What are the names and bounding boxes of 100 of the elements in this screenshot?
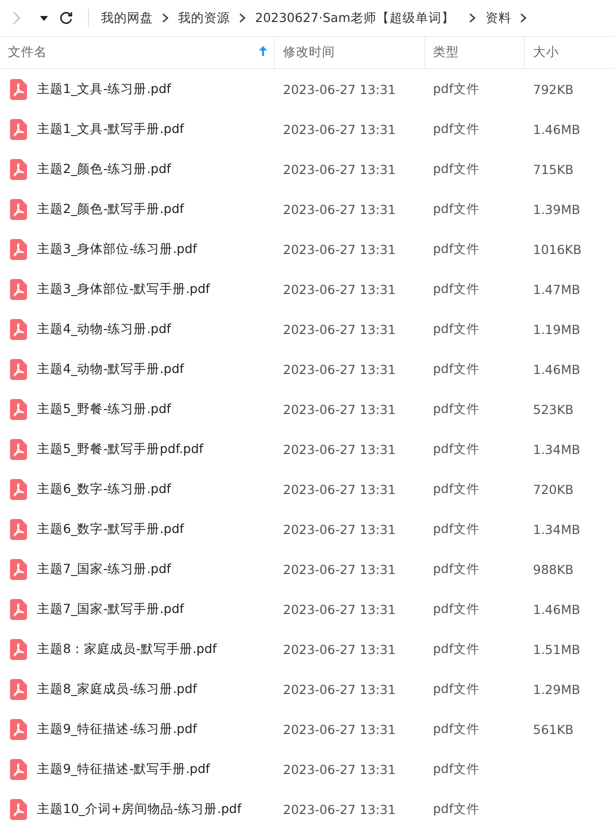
pdf-file-icon <box>10 798 27 820</box>
breadcrumb-link[interactable]: 我的网盘 <box>101 10 153 26</box>
pdf-file-icon <box>10 678 27 700</box>
pdf-file-icon <box>10 398 27 420</box>
pdf-file-icon <box>10 198 27 220</box>
pdf-file-icon <box>10 718 27 740</box>
pdf-file-icon <box>10 158 27 180</box>
breadcrumb-link[interactable]: 20230627·Sam老师【超级单词】 <box>255 10 454 26</box>
column-header[interactable]: 文件名 <box>0 37 275 68</box>
file-size: 1.46MB <box>533 362 580 376</box>
modified-time: 2023-06-27 13:31 <box>283 162 396 176</box>
breadcrumb-link[interactable]: 资料 <box>485 10 512 26</box>
pdf-file-icon <box>10 438 27 460</box>
file-name[interactable]: 主题4_动物-练习册.pdf <box>37 320 171 338</box>
file-size: 988KB <box>533 562 574 576</box>
column-header[interactable]: 类型 <box>425 37 525 68</box>
pdf-file-icon <box>10 318 27 340</box>
file-type: pdf文件 <box>433 200 480 218</box>
modified-time: 2023-06-27 13:31 <box>283 762 396 776</box>
file-type: pdf文件 <box>433 760 480 778</box>
file-type: pdf文件 <box>433 480 480 498</box>
file-name[interactable]: 主题4_动物-默写手册.pdf <box>37 360 184 378</box>
file-name[interactable]: 主题3_身体部位-默写手册.pdf <box>37 280 210 298</box>
file-type: pdf文件 <box>433 520 480 538</box>
chevron-icon <box>520 13 528 23</box>
column-header[interactable]: 大小 <box>525 37 614 68</box>
pdf-file-icon <box>10 358 27 380</box>
file-size: 1.34MB <box>533 522 580 536</box>
file-type: pdf文件 <box>433 360 480 378</box>
file-name[interactable]: 主题7_国家-默写手册.pdf <box>37 600 184 618</box>
file-size: 720KB <box>533 482 574 496</box>
modified-time: 2023-06-27 13:31 <box>283 682 396 696</box>
file-size: 1.51MB <box>533 642 580 656</box>
file-name[interactable]: 主题5_野餐-练习册.pdf <box>37 400 171 418</box>
file-type: pdf文件 <box>433 320 480 338</box>
modified-time: 2023-06-27 13:31 <box>283 442 396 456</box>
file-size: 715KB <box>533 162 574 176</box>
pdf-file-icon <box>10 78 27 100</box>
refresh-icon <box>59 11 73 25</box>
pdf-file-icon <box>10 758 27 780</box>
file-size: 1.47MB <box>533 282 580 296</box>
file-type: pdf文件 <box>433 240 480 258</box>
file-type: pdf文件 <box>433 560 480 578</box>
pdf-file-icon <box>10 598 27 620</box>
caret-icon <box>40 16 48 20</box>
pdf-file-icon <box>10 278 27 300</box>
file-type: pdf文件 <box>433 440 480 458</box>
modified-time: 2023-06-27 13:31 <box>283 642 396 656</box>
chevron-icon <box>162 13 169 23</box>
file-type: pdf文件 <box>433 680 480 698</box>
pdf-file-icon <box>10 638 27 660</box>
pdf-file-icon <box>10 118 27 140</box>
modified-time: 2023-06-27 13:31 <box>283 282 396 296</box>
pdf-file-icon <box>10 558 27 580</box>
file-name[interactable]: 主题1_文具-默写手册.pdf <box>37 120 184 138</box>
pdf-file-icon <box>10 518 27 540</box>
file-size: 1.46MB <box>533 122 580 136</box>
file-type: pdf文件 <box>433 160 480 178</box>
breadcrumb-link[interactable]: 我的资源 <box>178 10 230 26</box>
modified-time: 2023-06-27 13:31 <box>283 482 396 496</box>
chevron-icon <box>239 13 246 23</box>
file-name[interactable]: 主题10_介词+房间物品-练习册.pdf <box>37 800 242 818</box>
modified-time: 2023-06-27 13:31 <box>283 242 396 256</box>
file-name[interactable]: 主题9_特征描述-练习册.pdf <box>37 720 197 738</box>
file-type: pdf文件 <box>433 800 480 818</box>
file-size: 1.19MB <box>533 322 580 336</box>
file-name[interactable]: 主题8_家庭成员-练习册.pdf <box>37 680 197 698</box>
modified-time: 2023-06-27 13:31 <box>283 82 396 96</box>
modified-time: 2023-06-27 13:31 <box>283 402 396 416</box>
file-type: pdf文件 <box>433 720 480 738</box>
file-type: pdf文件 <box>433 400 480 418</box>
file-size: 1.34MB <box>533 442 580 456</box>
file-type: pdf文件 <box>433 120 480 138</box>
modified-time: 2023-06-27 13:31 <box>283 322 396 336</box>
file-size: 1.39MB <box>533 202 580 216</box>
chevron-icon <box>12 11 21 25</box>
file-type: pdf文件 <box>433 80 480 98</box>
file-name[interactable]: 主题2_颜色-默写手册.pdf <box>37 200 184 218</box>
file-size: 561KB <box>533 722 574 736</box>
file-type: pdf文件 <box>433 600 480 618</box>
pdf-file-icon <box>10 478 27 500</box>
file-name[interactable]: 主题2_颜色-练习册.pdf <box>37 160 171 178</box>
file-name[interactable]: 主题6_数字-练习册.pdf <box>37 480 171 498</box>
file-name[interactable]: 主题7_国家-练习册.pdf <box>37 560 171 578</box>
file-name[interactable]: 主题3_身体部位-练习册.pdf <box>37 240 197 258</box>
file-name[interactable]: 主题5_野餐-默写手册pdf.pdf <box>37 440 204 458</box>
file-name[interactable]: 主题8：家庭成员-默写手册.pdf <box>37 640 217 658</box>
file-size: 523KB <box>533 402 574 416</box>
chevron-icon <box>469 13 476 23</box>
modified-time: 2023-06-27 13:31 <box>283 362 396 376</box>
file-size: 792KB <box>533 82 574 96</box>
modified-time: 2023-06-27 13:31 <box>283 202 396 216</box>
file-name[interactable]: 主题1_文具-练习册.pdf <box>37 80 171 98</box>
modified-time: 2023-06-27 13:31 <box>283 522 396 536</box>
file-name[interactable]: 主题9_特征描述-默写手册.pdf <box>37 760 210 778</box>
modified-time: 2023-06-27 13:31 <box>283 122 396 136</box>
file-size: 1.29MB <box>533 682 580 696</box>
pdf-file-icon <box>10 238 27 260</box>
file-name[interactable]: 主题6_数字-默写手册.pdf <box>37 520 184 538</box>
column-header[interactable]: 修改时间 <box>275 37 425 68</box>
